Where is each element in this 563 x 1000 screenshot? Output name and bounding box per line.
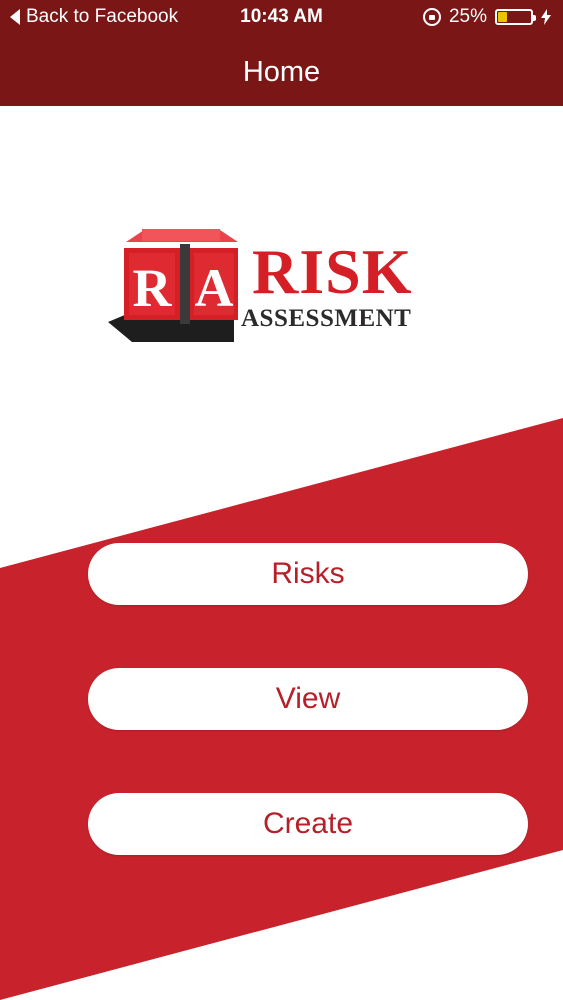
risk-assessment-logo: R A RISK ASSESSMENT: [104, 226, 464, 356]
create-button[interactable]: Create: [88, 793, 528, 855]
charging-bolt-icon: [541, 9, 551, 25]
logo-letter-r: R: [133, 258, 173, 318]
status-indicators: 25%: [422, 6, 551, 28]
navigation-bar: Home: [0, 36, 563, 106]
status-bar: Back to Facebook 10:43 AM 25%: [0, 0, 563, 36]
logo-word-risk: RISK: [252, 236, 413, 307]
battery-fill: [498, 12, 507, 22]
logo-block-icon: R A: [108, 229, 238, 342]
risks-button[interactable]: Risks: [88, 543, 528, 605]
rotation-lock-icon: [422, 8, 441, 26]
view-button[interactable]: View: [88, 668, 528, 730]
logo-word-assessment: ASSESSMENT: [241, 305, 412, 332]
battery-percent: 25%: [448, 6, 487, 27]
battery-icon: [495, 9, 536, 25]
page-title: Home: [242, 56, 321, 88]
logo-letter-a: A: [195, 258, 234, 318]
